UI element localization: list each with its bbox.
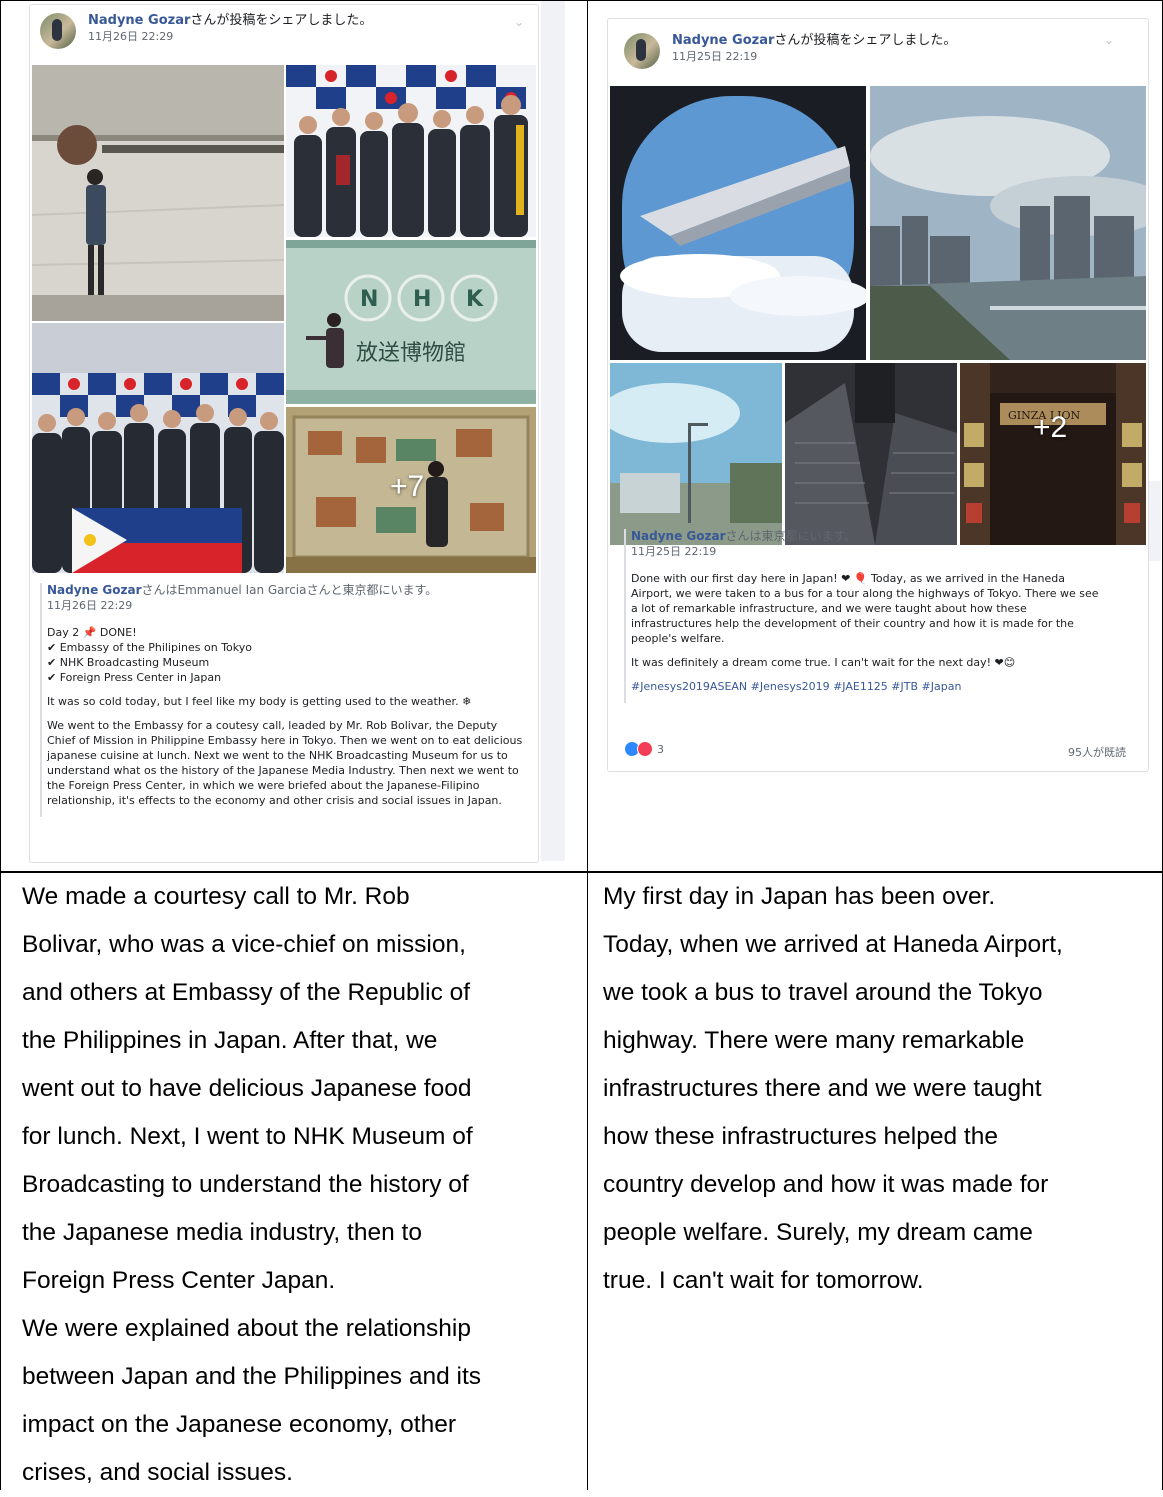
translation-line: Broadcasting to understand the history o… xyxy=(22,1171,469,1198)
more-photos-count[interactable]: +7 xyxy=(390,470,424,504)
translation-line: highway. There were many remarkable xyxy=(603,1027,1025,1054)
translation-line: true. I can't wait for tomorrow. xyxy=(603,1267,924,1294)
shared-suffix: さんが投稿をシェアしました。 xyxy=(190,13,373,28)
checklist-item: ✔ Foreign Press Center in Japan xyxy=(47,671,222,684)
translation-line: Bolivar, who was a vice-chief on mission… xyxy=(22,931,466,958)
right-screenshot-cell: Nadyne Gozarさんが投稿をシェアしました。 11月25日 22:19 … xyxy=(589,1,1161,871)
reaction-count: 3 xyxy=(657,742,664,756)
photo-group-flag[interactable] xyxy=(32,323,284,573)
translation-line: we took a bus to travel around the Tokyo xyxy=(603,979,1043,1006)
photo-street[interactable] xyxy=(610,363,782,545)
side-strip xyxy=(1149,481,1161,561)
translation-line: for lunch. Next, I went to NHK Museum of xyxy=(22,1123,473,1150)
left-translation: We made a courtesy call to Mr. Rob Boliv… xyxy=(22,873,582,1497)
svg-text:H: H xyxy=(413,287,431,312)
translation-line: how these infrastructures helped the xyxy=(603,1123,998,1150)
shared-post-content: Nadyne Gozarさんは東京都にいます。 11月25日 22:19 Don… xyxy=(624,529,1101,703)
translation-line: We were explained about the relationship xyxy=(22,1315,472,1342)
right-facebook-post: Nadyne Gozarさんが投稿をシェアしました。 11月25日 22:19 … xyxy=(607,18,1149,772)
translation-line: the Japanese media industry, then to xyxy=(22,1219,422,1246)
photo-nhk-museum[interactable]: N H K 放送博物館 xyxy=(286,240,536,404)
translation-line: My first day in Japan has been over. xyxy=(603,883,996,910)
cold-line: It was so cold today, but I feel like my… xyxy=(47,695,472,708)
shared-timestamp[interactable]: 11月26日 22:29 xyxy=(47,598,525,613)
post-author-line: Nadyne Gozarさんが投稿をシェアしました。 xyxy=(672,33,956,49)
shared-suffix: さんが投稿をシェアしました。 xyxy=(774,33,957,48)
post-body: We went to the Embassy for a coutesy cal… xyxy=(47,719,523,807)
shared-with-text: さんは東京都にいます。 xyxy=(725,529,857,543)
shared-timestamp[interactable]: 11月25日 22:19 xyxy=(631,544,1101,559)
translation-line: We made a courtesy call to Mr. Rob xyxy=(22,883,410,910)
hashtags[interactable]: #Jenesys2019ASEAN #Jenesys2019 #JAE1125 … xyxy=(631,679,1101,694)
shared-author-line: Nadyne GozarさんはEmmanuel Ian Garciaさんと東京都… xyxy=(47,583,525,598)
shared-author-line: Nadyne Gozarさんは東京都にいます。 xyxy=(631,529,1101,544)
left-screenshot-cell: Nadyne Gozarさんが投稿をシェアしました。 11月26日 22:29 … xyxy=(1,1,587,871)
seen-count[interactable]: 95人が既読 xyxy=(1068,744,1126,760)
post-body: Done with our first day here in Japan! ❤… xyxy=(631,572,1099,645)
photo-skyscrapers[interactable] xyxy=(785,363,957,545)
photo-embassy-wall[interactable] xyxy=(32,65,284,321)
post-timestamp[interactable]: 11月25日 22:19 xyxy=(672,49,956,65)
right-translation: My first day in Japan has been over. Tod… xyxy=(603,873,1158,1305)
table-border-center xyxy=(587,0,588,1490)
shared-post-content: Nadyne GozarさんはEmmanuel Ian Garciaさんと東京都… xyxy=(40,583,525,817)
left-facebook-post: Nadyne Gozarさんが投稿をシェアしました。 11月26日 22:29 … xyxy=(29,4,539,863)
translation-line: country develop and how it was made for xyxy=(603,1171,1049,1198)
author-name-link[interactable]: Nadyne Gozar xyxy=(672,33,774,48)
post-timestamp[interactable]: 11月26日 22:29 xyxy=(88,29,372,45)
svg-text:K: K xyxy=(466,287,484,312)
nhk-sign-text: 放送博物館 xyxy=(356,341,466,366)
post-author-line: Nadyne Gozarさんが投稿をシェアしました。 xyxy=(88,13,372,29)
day-line: Day 2 📌 DONE! xyxy=(47,626,137,639)
more-photos-count[interactable]: +2 xyxy=(1033,411,1067,445)
shared-author-link[interactable]: Nadyne Gozar xyxy=(47,583,142,597)
translation-line: between Japan and the Philippines and it… xyxy=(22,1363,482,1390)
photo-tokyo-river[interactable] xyxy=(870,86,1146,360)
svg-text:N: N xyxy=(360,287,378,312)
love-reaction-icon xyxy=(637,741,653,757)
translation-line: the Philippines in Japan. After that, we xyxy=(22,1027,438,1054)
author-name-link[interactable]: Nadyne Gozar xyxy=(88,13,190,28)
chevron-down-icon[interactable]: ⌄ xyxy=(1104,33,1114,47)
translation-line: people welfare. Surely, my dream came xyxy=(603,1219,1033,1246)
post-closing: It was definitely a dream come true. I c… xyxy=(631,656,1016,669)
translation-line: Today, when we arrived at Haneda Airport… xyxy=(603,931,1063,958)
post-header: Nadyne Gozarさんが投稿をシェアしました。 11月25日 22:19 xyxy=(624,33,956,69)
comparison-table: Nadyne Gozarさんが投稿をシェアしました。 11月26日 22:29 … xyxy=(0,0,1163,1490)
chevron-down-icon[interactable]: ⌄ xyxy=(514,15,524,29)
translation-line: went out to have delicious Japanese food xyxy=(22,1075,472,1102)
avatar[interactable] xyxy=(624,33,660,69)
translation-line: impact on the Japanese economy, other xyxy=(22,1411,457,1438)
translation-line: and others at Embassy of the Republic of xyxy=(22,979,471,1006)
reaction-summary[interactable]: 3 xyxy=(624,741,664,757)
shared-with-text: さんはEmmanuel Ian Garciaさんと東京都にいます。 xyxy=(141,583,438,597)
post-header: Nadyne Gozarさんが投稿をシェアしました。 11月26日 22:29 xyxy=(40,13,372,49)
shared-author-link[interactable]: Nadyne Gozar xyxy=(631,529,726,543)
checklist-item: ✔ NHK Broadcasting Museum xyxy=(47,656,210,669)
side-strip xyxy=(541,1,565,861)
avatar[interactable] xyxy=(40,13,76,49)
translation-line: infrastructures there and we were taught xyxy=(603,1075,1042,1102)
checklist-item: ✔ Embassy of the Philipines on Tokyo xyxy=(47,641,252,654)
photo-airplane-window[interactable] xyxy=(610,86,866,360)
photo-ginza-lion[interactable]: GINZA LION xyxy=(960,363,1146,545)
photo-group-embassy[interactable] xyxy=(286,65,536,237)
translation-line: Foreign Press Center Japan. xyxy=(22,1267,336,1294)
